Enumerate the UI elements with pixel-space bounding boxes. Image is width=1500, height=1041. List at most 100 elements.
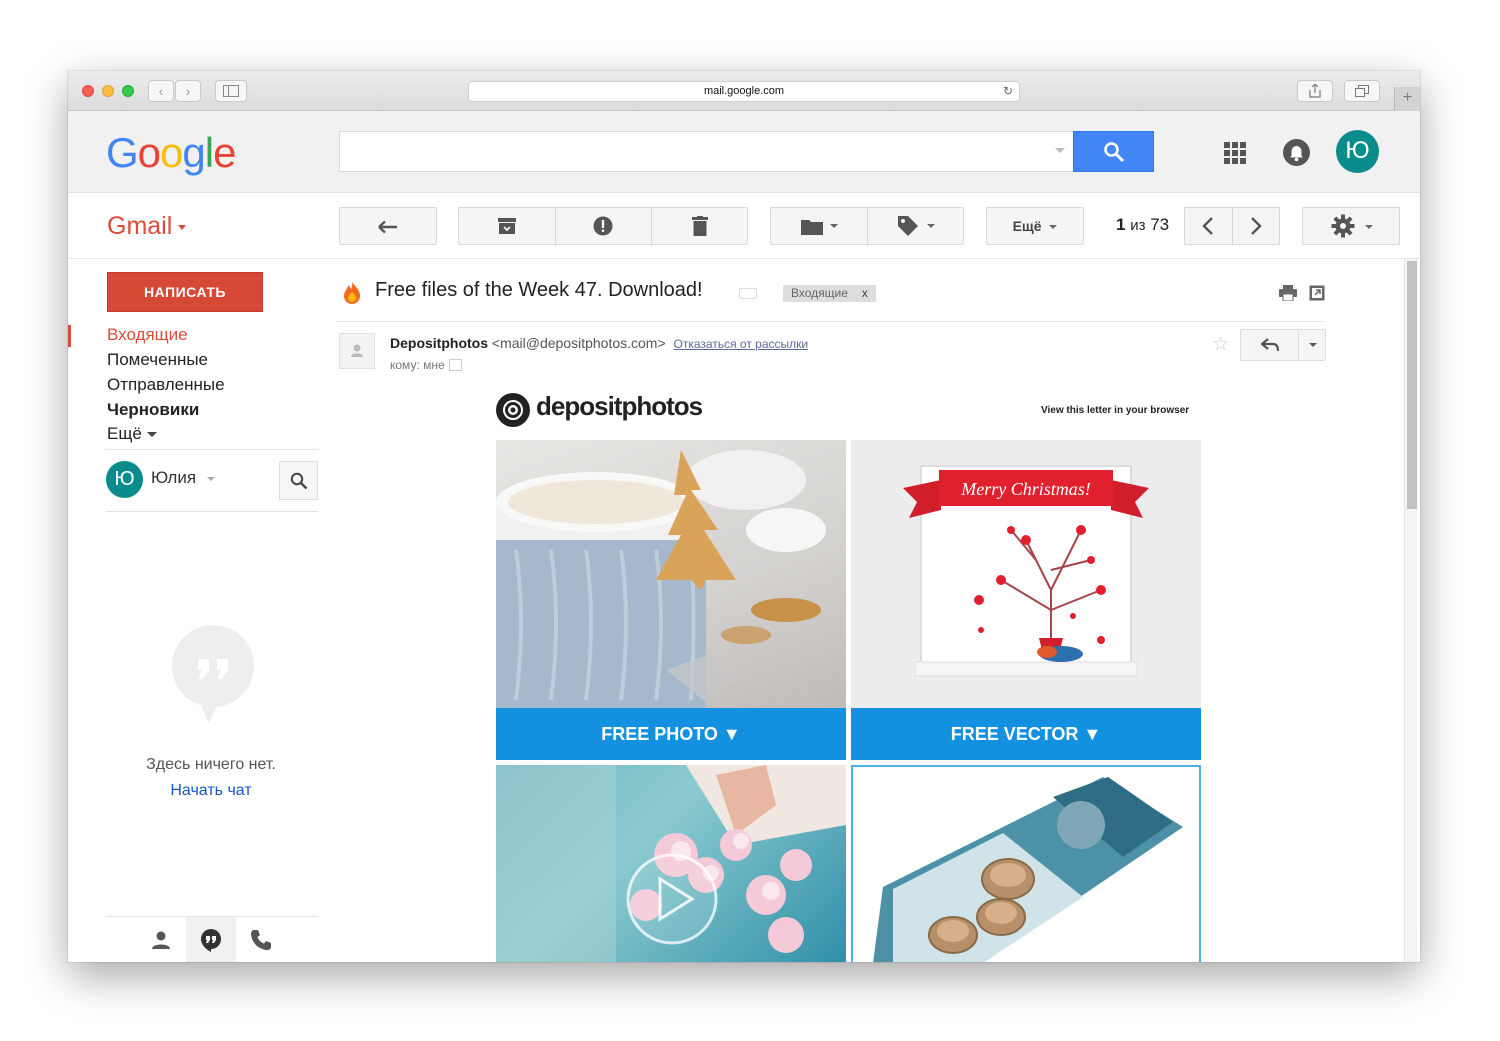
hangouts-icon	[201, 928, 221, 952]
account-avatar[interactable]: Ю	[1336, 130, 1379, 173]
search-icon	[290, 472, 308, 490]
gmail-menu[interactable]: Gmail	[107, 212, 187, 241]
url-text: mail.google.com	[703, 85, 785, 97]
reload-icon[interactable]: ↻	[1003, 82, 1013, 101]
chat-empty-text: Здесь ничего нет.	[146, 756, 276, 773]
sidebar-item-drafts[interactable]: Черновики	[107, 400, 199, 420]
hangouts-user-menu[interactable]: Юлия	[151, 468, 215, 488]
sidebar-toggle-icon[interactable]	[215, 80, 247, 102]
depositphotos-brand[interactable]: depositphotos	[536, 391, 703, 422]
star-icon[interactable]: ☆	[1212, 333, 1229, 356]
free-photo-image[interactable]	[496, 440, 846, 708]
spam-exclamation-icon	[593, 216, 613, 236]
depositphotos-camera-logo-icon	[496, 393, 530, 427]
scrollbar-thumb[interactable]	[1407, 261, 1417, 509]
share-icon[interactable]	[1297, 80, 1333, 102]
hangouts-bottom-tabs	[106, 916, 318, 962]
free-vector-button[interactable]: FREE VECTOR ▼	[851, 708, 1201, 760]
active-indicator	[68, 325, 71, 347]
more-actions-dropdown[interactable]	[1299, 330, 1326, 360]
divider	[106, 449, 318, 450]
sidebar-item-more-label: Ещё	[107, 424, 142, 443]
contacts-tab[interactable]	[136, 917, 186, 962]
sidebar-item-inbox[interactable]: Входящие	[107, 325, 188, 345]
google-logo[interactable]: Google	[106, 129, 236, 177]
hangouts-avatar[interactable]: Ю	[106, 461, 143, 498]
notifications-bell-icon[interactable]	[1283, 139, 1310, 166]
email-subject: Free files of the Week 47. Download!	[375, 279, 703, 301]
hangouts-bubble-tail	[198, 699, 220, 723]
sidebar-item-sent[interactable]: Отправленные	[107, 375, 225, 395]
archive-button[interactable]	[458, 207, 555, 245]
new-tab-button[interactable]: +	[1394, 87, 1420, 111]
mail-toolbar: Gmail Ещё 1 из 73	[68, 193, 1420, 259]
free-photo-button[interactable]: FREE PHOTO ▼	[496, 708, 846, 760]
chevron-down-icon	[927, 224, 935, 228]
chevron-down-icon	[830, 224, 838, 228]
sender-email: <mail@depositphotos.com>	[491, 335, 666, 351]
importance-marker-icon[interactable]	[739, 288, 757, 299]
back-to-inbox-button[interactable]	[339, 207, 437, 245]
sidebar-item-more[interactable]: Ещё	[107, 424, 157, 444]
compose-button[interactable]: НАПИСАТЬ	[107, 272, 263, 312]
label-tag-icon	[898, 216, 918, 236]
archive-icon	[498, 218, 516, 234]
back-icon[interactable]: ‹	[148, 80, 174, 102]
sender-name[interactable]: Depositphotos	[390, 335, 488, 351]
merry-christmas-text: Merry Christmas!	[960, 479, 1091, 499]
unsubscribe-link[interactable]: Отказаться от рассылки	[674, 337, 809, 351]
zoom-window-button[interactable]	[122, 85, 134, 97]
tabs-overview-icon[interactable]	[1344, 80, 1380, 102]
free-vector-image[interactable]: Merry Christmas!	[851, 440, 1201, 708]
address-bar[interactable]: mail.google.com ↻	[468, 81, 1020, 102]
play-button-icon[interactable]	[626, 853, 718, 945]
scrollbar[interactable]	[1404, 259, 1418, 962]
reply-arrow-icon	[1261, 338, 1279, 352]
sender-line: Depositphotos <mail@depositphotos.com> О…	[390, 335, 808, 351]
divider	[337, 321, 1323, 322]
gmail-header: Google Ю	[68, 111, 1420, 193]
settings-button[interactable]	[1302, 207, 1400, 245]
minimize-window-button[interactable]	[102, 85, 114, 97]
recipient-text: кому: мне	[390, 358, 445, 372]
start-chat-link[interactable]: Начать чат	[98, 782, 324, 800]
message-pane: Free files of the Week 47. Download! Вхо…	[333, 259, 1403, 962]
conversations-tab[interactable]	[186, 917, 236, 962]
label-chip-text: Входящие	[791, 286, 848, 300]
search-input[interactable]	[339, 131, 1074, 172]
delete-button[interactable]	[651, 207, 748, 245]
person-icon	[351, 344, 363, 357]
newer-button[interactable]	[1184, 207, 1232, 245]
forward-icon[interactable]: ›	[175, 80, 201, 102]
open-in-new-window-icon[interactable]	[1309, 285, 1325, 301]
apps-grid-icon[interactable]	[1224, 142, 1246, 164]
close-window-button[interactable]	[82, 85, 94, 97]
print-icon[interactable]	[1279, 285, 1297, 301]
recipient-line[interactable]: кому: мне	[390, 358, 462, 372]
older-button[interactable]	[1232, 207, 1280, 245]
gear-icon	[1331, 214, 1355, 238]
counter-total: 73	[1150, 215, 1170, 234]
phone-tab[interactable]	[236, 917, 286, 962]
report-spam-button[interactable]	[555, 207, 651, 245]
more-button[interactable]: Ещё	[986, 207, 1084, 245]
label-chip-inbox[interactable]: Входящие x	[783, 285, 876, 302]
search-icon	[1104, 142, 1125, 163]
move-to-button[interactable]	[770, 207, 867, 245]
view-in-browser-link[interactable]: View this letter in your browser	[1041, 405, 1189, 416]
reply-button-group	[1240, 329, 1326, 361]
hangouts-search-button[interactable]	[279, 461, 318, 500]
remove-label-button[interactable]: x	[862, 286, 868, 300]
free-editorial-image[interactable]	[851, 765, 1201, 962]
recipient-details-icon[interactable]	[448, 358, 462, 371]
labels-button[interactable]	[867, 207, 964, 245]
search-button[interactable]	[1073, 131, 1154, 172]
chevron-down-icon	[1049, 225, 1058, 230]
sidebar-item-starred[interactable]: Помеченные	[107, 350, 208, 370]
search-options-icon[interactable]	[1055, 148, 1065, 153]
back-arrow-icon	[378, 220, 397, 234]
reply-button[interactable]	[1241, 330, 1299, 360]
person-icon	[152, 931, 170, 949]
browser-toolbar: ‹ › mail.google.com ↻ +	[68, 71, 1420, 111]
free-video-image[interactable]	[496, 765, 846, 962]
